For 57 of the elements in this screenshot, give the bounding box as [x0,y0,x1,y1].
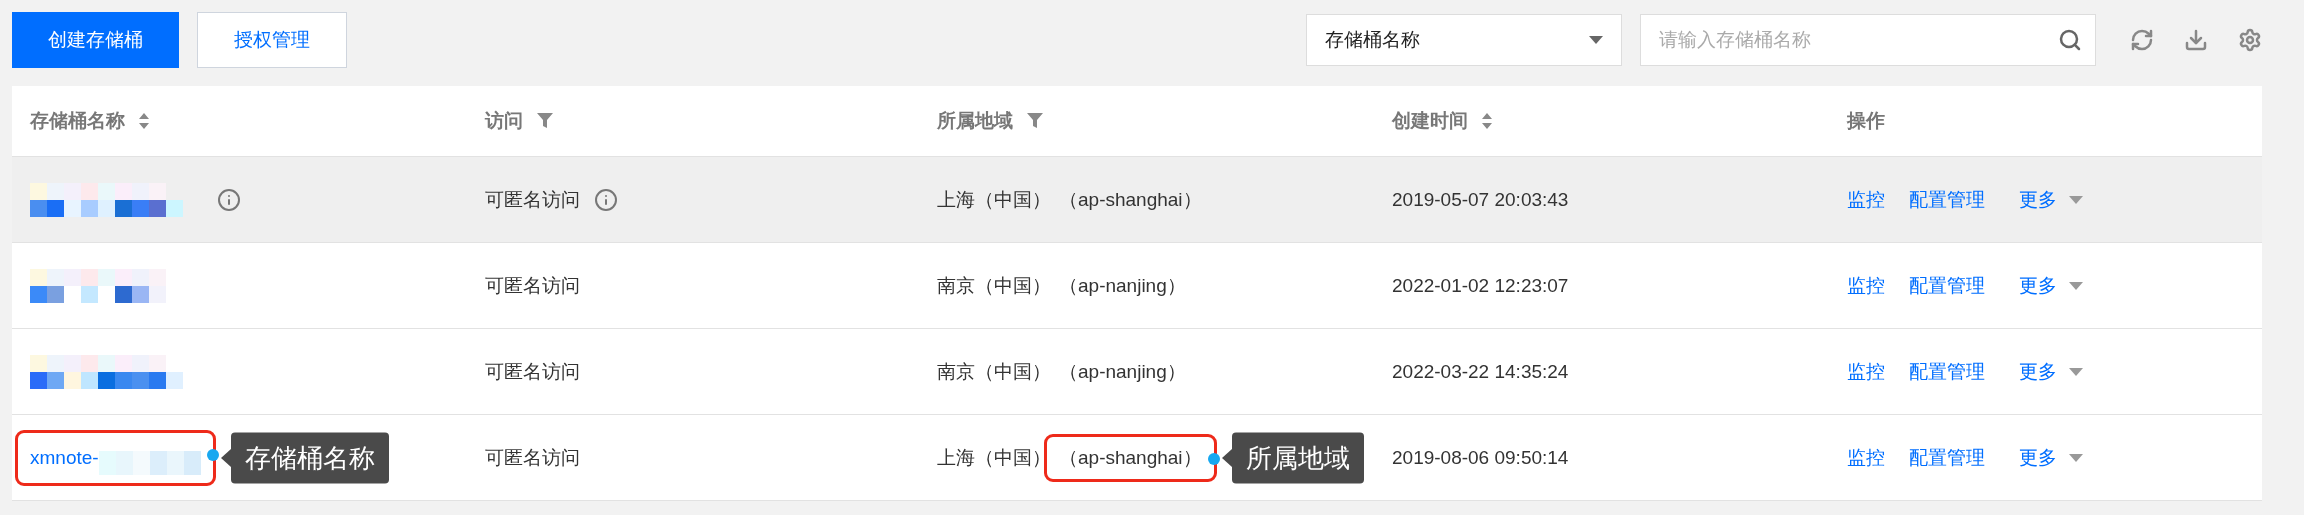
callout-label: 所属地域 [1231,432,1364,483]
table-cell: 2019-08-06 09:50:14 [1392,446,1569,469]
action-link[interactable]: 配置管理 [1909,186,1985,213]
download-icon[interactable] [2184,28,2208,52]
bucket-name-link[interactable]: xmnote- [30,446,99,469]
column-header: 访问 [485,109,523,133]
table-cell: 2022-01-02 12:23:07 [1392,274,1569,297]
filter-icon[interactable] [1027,113,1043,129]
caret-icon [2069,453,2083,462]
search-field[interactable]: 请输入存储桶名称 [1640,14,2096,66]
table-cell-text: （ap-nanjing） [1059,273,1186,298]
table-cell-text: 可匿名访问 [485,445,580,470]
info-icon[interactable] [594,187,618,212]
action-link[interactable]: 监控 [1847,186,1885,213]
marker-dot [206,448,219,461]
action-link[interactable]: 监控 [1847,358,1885,385]
table-cell-text: 可匿名访问 [485,187,580,212]
table-cell-text: （ap-shanghai） [1059,187,1202,212]
caret-icon [1589,36,1603,44]
create-button[interactable]: 创建存储桶 [12,12,179,68]
action-link[interactable]: 配置管理 [1909,444,1985,471]
more-menu[interactable]: 更多 [2019,186,2083,213]
table-cell: 2019-05-07 20:03:43 [1392,188,1569,211]
refresh-icon[interactable] [2130,28,2154,52]
search-icon[interactable] [2058,28,2082,52]
table-cell-text: 上海（中国） [937,445,1051,470]
table-cell-text: 可匿名访问 [485,359,580,384]
caret-icon [2069,281,2083,290]
marker-dot [1207,452,1220,465]
callout-label: 存储桶名称 [230,432,389,483]
more-menu[interactable]: 更多 [2019,444,2083,471]
sort-icon[interactable] [1482,113,1492,129]
table-cell-text: 南京（中国） [937,359,1051,384]
table-cell-text: （ap-shanghai） [1059,445,1202,470]
info-icon[interactable] [217,187,241,212]
action-link[interactable]: 配置管理 [1909,358,1985,385]
table-cell: 2022-03-22 14:35:24 [1392,360,1569,383]
more-menu[interactable]: 更多 [2019,358,2083,385]
action-link[interactable]: 监控 [1847,272,1885,299]
filter-icon[interactable] [537,113,553,129]
table-cell-text: 可匿名访问 [485,273,580,298]
more-menu[interactable]: 更多 [2019,272,2083,299]
action-link[interactable]: 监控 [1847,444,1885,471]
caret-icon [2069,195,2083,204]
column-header: 所属地域 [937,109,1013,133]
filter-select[interactable]: 存储桶名称 [1306,14,1622,66]
table-cell-text: 上海（中国） [937,187,1051,212]
sort-icon[interactable] [139,113,149,129]
caret-icon [2069,367,2083,376]
action-link[interactable]: 配置管理 [1909,272,1985,299]
table-cell-text: （ap-nanjing） [1059,359,1186,384]
column-header: 操作 [1847,109,1885,133]
manage-button[interactable]: 授权管理 [197,12,347,68]
column-header: 创建时间 [1392,109,1468,133]
settings-icon[interactable] [2238,28,2262,52]
table-cell-text: 南京（中国） [937,273,1051,298]
column-header: 存储桶名称 [30,109,125,133]
